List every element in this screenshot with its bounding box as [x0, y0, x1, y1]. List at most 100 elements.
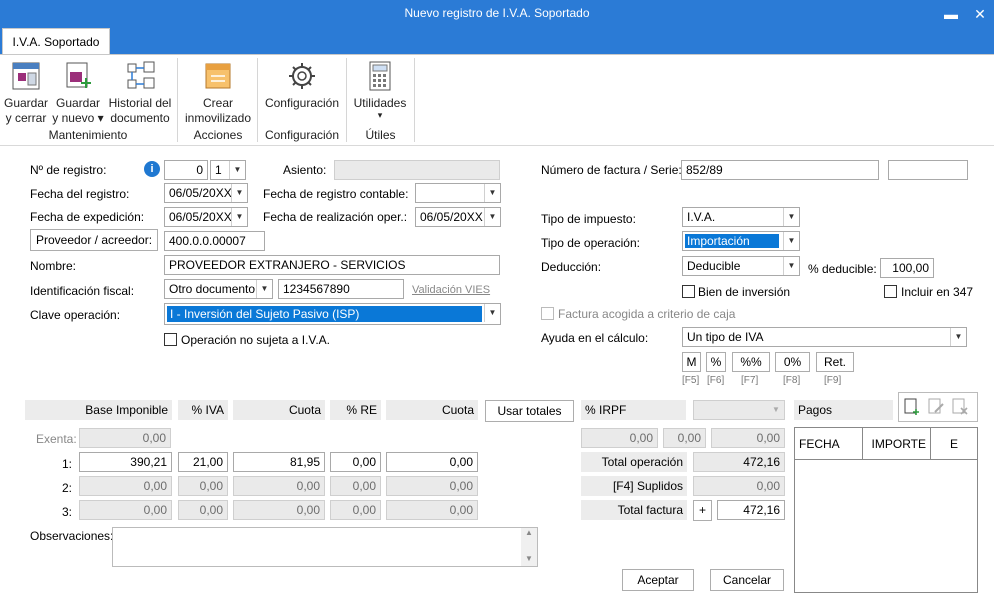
n-registro-input[interactable]: 0: [164, 160, 208, 180]
pagos-label: Pagos: [794, 400, 893, 420]
row-2-cuota[interactable]: 0,00: [233, 476, 325, 496]
factura-input[interactable]: 852/89: [681, 160, 879, 180]
utilidades-button[interactable]: Utilidades ▾: [350, 60, 410, 120]
row-3-base[interactable]: 0,00: [79, 500, 172, 520]
scroll-down-icon[interactable]: ▼: [521, 554, 537, 564]
deduccion-label: Deducción:: [541, 260, 602, 274]
chevron-down-icon: ▼: [783, 208, 799, 226]
guardar-cerrar-button[interactable]: Guardar y cerrar: [2, 60, 50, 126]
scroll-up-icon[interactable]: ▲: [521, 528, 537, 538]
info-icon[interactable]: i: [144, 161, 160, 177]
chevron-down-icon: ▼: [783, 257, 799, 275]
clave-select[interactable]: I - Inversión del Sujeto Pasivo (ISP) ▼: [164, 303, 501, 325]
configuracion-button[interactable]: Configuración: [262, 60, 342, 111]
clave-label: Clave operación:: [30, 308, 121, 322]
row-3-pre[interactable]: 0,00: [330, 500, 381, 520]
row-2-base[interactable]: 0,00: [79, 476, 172, 496]
fecha-realizacion-input[interactable]: 06/05/20XX ▼: [415, 207, 501, 227]
serie-value: 1: [215, 163, 222, 177]
incluir-347-checkbox[interactable]: [884, 285, 897, 298]
proveedor-input[interactable]: 400.0.0.00007: [164, 231, 265, 251]
add-document-icon[interactable]: [903, 398, 921, 416]
scrollbar[interactable]: ▲ ▼: [521, 528, 537, 566]
pct-deducible-input[interactable]: 100,00: [880, 258, 934, 278]
chevron-down-icon: ▼: [229, 161, 245, 179]
chevron-down-icon: ▼: [256, 280, 272, 298]
observaciones-textarea[interactable]: ▲ ▼: [112, 527, 538, 567]
row-1-pre[interactable]: 0,00: [330, 452, 381, 472]
row-1-cuota[interactable]: 81,95: [233, 452, 325, 472]
serie-select[interactable]: 1 ▼: [210, 160, 246, 180]
validacion-vies-link[interactable]: Validación VIES: [412, 284, 490, 296]
calc-m-button[interactable]: M: [682, 352, 701, 372]
row-1-piva[interactable]: 21,00: [178, 452, 228, 472]
gear-icon: [289, 63, 315, 89]
header-cuota: Cuota: [233, 400, 325, 420]
calc-pct-button[interactable]: %: [706, 352, 726, 372]
nombre-label: Nombre:: [30, 259, 77, 273]
exenta-input[interactable]: 0,00: [79, 428, 171, 448]
row-1-base[interactable]: 390,21: [79, 452, 172, 472]
factura-serie-input[interactable]: [888, 160, 968, 180]
tipo-impuesto-select[interactable]: I.V.A. ▼: [682, 207, 800, 227]
bien-inversion-checkbox[interactable]: [682, 285, 695, 298]
pagos-col-importe: IMPORTE: [863, 428, 931, 459]
asiento-input[interactable]: [334, 160, 500, 180]
incluir-347-label: Incluir en 347: [901, 285, 974, 299]
proveedor-button[interactable]: Proveedor / acreedor:: [30, 229, 158, 251]
pagos-table[interactable]: FECHA IMPORTE E: [794, 427, 978, 593]
row-2-pre[interactable]: 0,00: [330, 476, 381, 496]
tipo-operacion-select[interactable]: Importación ▼: [682, 231, 800, 251]
calc-pctpct-button[interactable]: %%: [732, 352, 770, 372]
delete-document-icon[interactable]: [951, 398, 969, 416]
calc-key-f9: [F9]: [824, 375, 842, 386]
irpf-value-3[interactable]: 0,00: [711, 428, 785, 448]
row-3-piva[interactable]: 0,00: [178, 500, 228, 520]
tipo-impuesto-value: I.V.A.: [687, 210, 716, 224]
pagos-col-fecha: FECHA: [795, 428, 863, 459]
total-factura-value[interactable]: 472,16: [717, 500, 785, 520]
bien-inversion-label: Bien de inversión: [698, 285, 791, 299]
total-factura-sign-button[interactable]: +: [693, 500, 712, 521]
no-sujeta-checkbox[interactable]: [164, 333, 177, 346]
deduccion-select[interactable]: Deducible ▼: [682, 256, 800, 276]
guardar-nuevo-button[interactable]: Guardar y nuevo ▾: [52, 60, 104, 126]
minimize-icon[interactable]: ▬: [938, 2, 964, 26]
fecha-expedicion-input[interactable]: 06/05/20XX ▼: [164, 207, 248, 227]
ident-input[interactable]: 1234567890: [278, 279, 404, 299]
row-2-cuota-re[interactable]: 0,00: [386, 476, 478, 496]
row-3-cuota-re[interactable]: 0,00: [386, 500, 478, 520]
historial-button[interactable]: Historial del documento: [106, 60, 174, 126]
row-2-piva[interactable]: 0,00: [178, 476, 228, 496]
fecha-expedicion-label: Fecha de expedición:: [30, 210, 145, 224]
tab-iva-soportado[interactable]: I.V.A. Soportado: [2, 28, 110, 55]
group-utiles: Útiles: [365, 128, 396, 142]
nombre-input[interactable]: PROVEEDOR EXTRANJERO - SERVICIOS: [164, 255, 500, 275]
criterio-caja-checkbox[interactable]: [541, 307, 554, 320]
fecha-registro-input[interactable]: 06/05/20XX ▼: [164, 183, 248, 203]
ident-tipo-select[interactable]: Otro documento ▼: [164, 279, 273, 299]
aceptar-button[interactable]: Aceptar: [622, 569, 694, 591]
total-operacion-label: Total operación: [581, 452, 687, 472]
close-icon[interactable]: ✕: [967, 2, 993, 26]
cancelar-button[interactable]: Cancelar: [710, 569, 784, 591]
utilidades-arrow: ▾: [377, 110, 383, 120]
irpf-value-2[interactable]: 0,00: [663, 428, 706, 448]
edit-document-icon[interactable]: [927, 398, 945, 416]
row-1-cuota-re[interactable]: 0,00: [386, 452, 478, 472]
calc-ret-button[interactable]: Ret.: [816, 352, 854, 372]
usar-totales-button[interactable]: Usar totales: [485, 400, 574, 422]
crear-inmovilizado-button[interactable]: Crear inmovilizado: [182, 60, 254, 126]
total-operacion-value: 472,16: [693, 452, 785, 472]
irpf-select[interactable]: ▼: [693, 400, 785, 420]
calc-zero-button[interactable]: 0%: [775, 352, 810, 372]
row-1-label: 1:: [62, 457, 73, 471]
header-cuota-re: Cuota: [386, 400, 478, 420]
suplidos-value[interactable]: 0,00: [693, 476, 785, 496]
ayuda-select[interactable]: Un tipo de IVA ▼: [682, 327, 967, 347]
row-3-cuota[interactable]: 0,00: [233, 500, 325, 520]
fecha-registro-label: Fecha del registro:: [30, 187, 130, 201]
save-close-icon: [12, 62, 40, 90]
fecha-contable-input[interactable]: ▼: [415, 183, 501, 203]
irpf-value-1[interactable]: 0,00: [581, 428, 658, 448]
